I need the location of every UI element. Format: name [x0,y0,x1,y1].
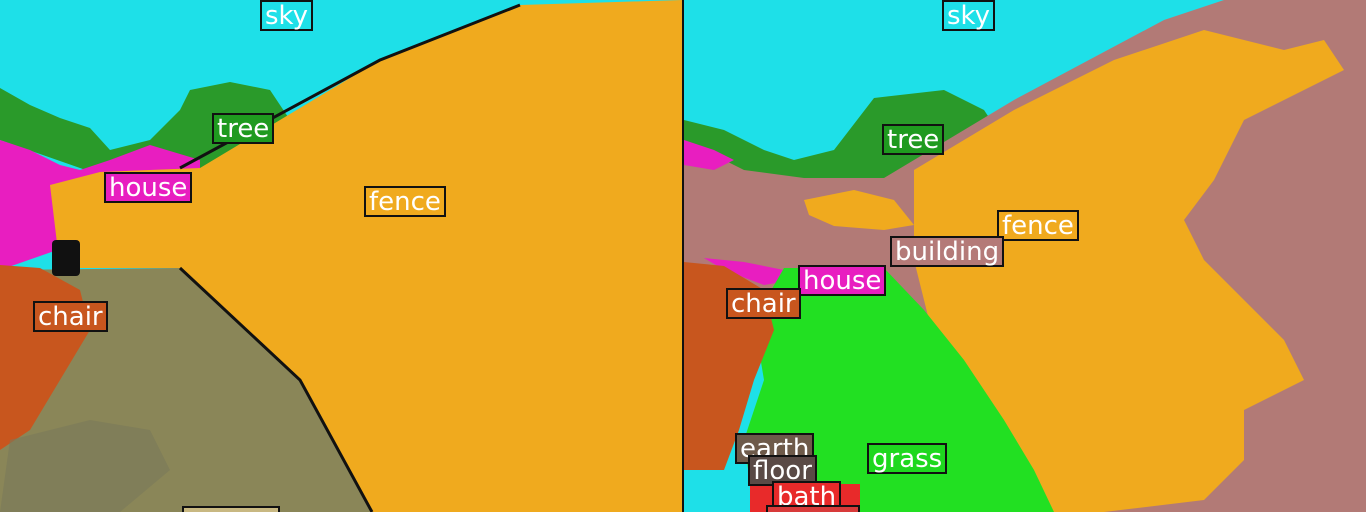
left-segmentation-panel: sky tree house fence chair [0,0,682,512]
left-scene [0,0,682,512]
segmentation-comparison: sky tree house fence chair sky tree fenc… [0,0,1366,512]
label-tree: tree [212,113,275,144]
label-fence: fence [997,210,1079,241]
label-partial-bottom [182,506,280,512]
label-house: house [104,172,193,203]
bin-object [52,240,80,276]
label-chair: chair [33,301,108,332]
label-chair: chair [726,288,801,319]
label-sky: sky [260,0,314,31]
label-building: building [890,236,1005,267]
label-sky: sky [942,0,996,31]
label-grass: grass [867,443,948,474]
label-fence: fence [364,186,446,217]
label-tree: tree [882,124,945,155]
label-house: house [798,265,887,296]
right-segmentation-panel: sky tree fence building house chair eart… [684,0,1366,512]
label-table-partial [766,505,860,512]
